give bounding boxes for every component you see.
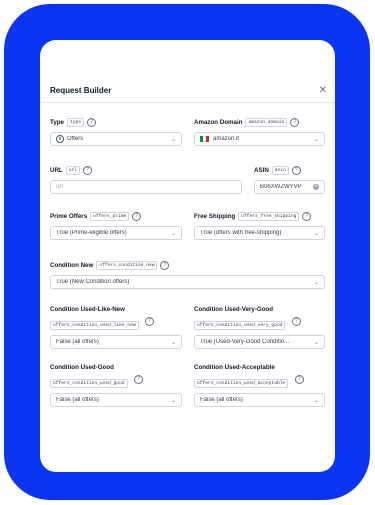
chevron-down-icon: ⌄ <box>313 279 319 286</box>
chevron-down-icon: ⌄ <box>313 136 319 143</box>
prime-offers-value: True (Prime-eligible offers) <box>56 230 127 236</box>
used-like-new-label: Condition Used-Like-New <box>50 306 125 313</box>
free-shipping-select[interactable]: True (offers with free-shipping) ⌄ <box>194 226 325 240</box>
url-field: URL url ? url <box>50 164 242 194</box>
prime-offers-label: Prime Offers <box>50 212 88 220</box>
dollar-icon: $ <box>56 135 64 143</box>
used-acceptable-tag: offers_condition_used_acceptable <box>194 379 289 388</box>
used-very-good-select[interactable]: True (Used-Very-Good Conditio... ⌄ <box>194 335 325 349</box>
help-icon[interactable]: ? <box>291 165 301 175</box>
amazon-domain-label: Amazon Domain <box>194 118 243 126</box>
clear-icon[interactable]: × <box>313 184 319 190</box>
used-very-good-value: True (Used-Very-Good Conditio... <box>200 339 290 345</box>
italy-flag-icon <box>200 136 209 142</box>
help-icon[interactable]: ? <box>160 260 170 270</box>
prime-offers-select[interactable]: True (Prime-eligible offers) ⌄ <box>50 226 182 240</box>
free-shipping-label: Free Shipping <box>194 212 236 220</box>
used-good-field: Condition Used-Good offers_condition_use… <box>50 364 182 407</box>
divider <box>40 102 335 103</box>
chevron-down-icon: ⌄ <box>170 397 176 404</box>
type-tag: type <box>66 117 85 127</box>
type-label: Type <box>50 118 64 126</box>
help-icon[interactable]: ? <box>132 211 142 221</box>
asin-label: ASIN <box>254 166 269 174</box>
condition-new-value: True (New Condition offers) <box>56 279 130 285</box>
close-icon[interactable]: ✕ <box>319 85 327 96</box>
asin-tag: asin <box>271 165 289 175</box>
condition-new-select[interactable]: True (New Condition offers) ⌄ <box>50 275 325 289</box>
amazon-domain-value: amazon.it <box>213 136 240 142</box>
chevron-down-icon: ⌄ <box>170 230 176 237</box>
asin-field: ASIN asin ? B06XWZWYVP × <box>254 164 325 194</box>
used-good-select[interactable]: False (all offers) ⌄ <box>50 393 182 407</box>
used-very-good-field: Condition Used-Very-Good offers_conditio… <box>194 306 325 349</box>
help-icon[interactable]: ? <box>134 375 144 385</box>
used-good-label: Condition Used-Good <box>50 364 114 371</box>
used-like-new-tag: offers_condition_used_like_new <box>50 321 139 330</box>
url-input[interactable]: url <box>50 180 242 194</box>
used-very-good-label: Condition Used-Very-Good <box>194 306 274 313</box>
chevron-down-icon: ⌄ <box>313 397 319 404</box>
prime-offers-field: Prime Offers offers_prime ? True (Prime-… <box>50 210 182 240</box>
asin-input[interactable]: B06XWZWYVP × <box>254 180 325 194</box>
free-shipping-field: Free Shipping offers_free_shipping ? Tru… <box>194 210 325 240</box>
chevron-down-icon: ⌄ <box>313 230 319 237</box>
free-shipping-tag: offers_free_shipping <box>238 211 300 221</box>
amazon-domain-field: Amazon Domain amazon_domain ? amazon.it … <box>194 116 325 146</box>
type-select[interactable]: $ Offers ⌄ <box>50 132 182 146</box>
used-very-good-tag: offers_condition_used_very_good <box>194 321 286 330</box>
condition-new-tag: offers_condition_new <box>96 260 158 270</box>
amazon-domain-tag: amazon_domain <box>245 117 288 127</box>
prime-offers-tag: offers_prime <box>90 211 130 221</box>
used-acceptable-field: Condition Used-Acceptable offers_conditi… <box>194 364 325 407</box>
used-acceptable-select[interactable]: False (all offers) ⌄ <box>194 393 325 407</box>
used-good-tag: offers_condition_used_good <box>50 379 128 388</box>
free-shipping-value: True (offers with free-shipping) <box>200 230 282 236</box>
used-acceptable-value: False (all offers) <box>200 397 243 403</box>
condition-new-label: Condition New <box>50 261 94 269</box>
help-icon[interactable]: ? <box>302 211 312 221</box>
help-icon[interactable]: ? <box>145 317 155 327</box>
chevron-down-icon: ⌄ <box>313 339 319 346</box>
used-like-new-select[interactable]: False (all offers) ⌄ <box>50 335 182 349</box>
asin-value: B06XWZWYVP <box>260 184 302 190</box>
used-good-value: False (all offers) <box>56 397 99 403</box>
amazon-domain-select[interactable]: amazon.it ⌄ <box>194 132 325 146</box>
chevron-down-icon: ⌄ <box>170 339 176 346</box>
type-field: Type type ? $ Offers ⌄ <box>50 116 182 146</box>
help-icon[interactable]: ? <box>290 117 300 127</box>
url-tag: url <box>65 165 80 175</box>
url-placeholder: url <box>56 184 63 190</box>
used-acceptable-label: Condition Used-Acceptable <box>194 364 275 371</box>
help-icon[interactable]: ? <box>83 165 92 175</box>
dialog-title: Request Builder <box>50 86 112 95</box>
type-value: Offers <box>67 136 84 142</box>
help-icon[interactable]: ? <box>87 117 97 127</box>
used-like-new-value: False (all offers) <box>56 339 99 345</box>
condition-new-field: Condition New offers_condition_new ? Tru… <box>50 259 325 289</box>
screen: Request Builder ✕ Type type ? $ Offers ⌄… <box>40 40 335 472</box>
url-label: URL <box>50 166 63 174</box>
chevron-down-icon: ⌄ <box>170 136 176 143</box>
help-icon[interactable]: ? <box>294 375 304 385</box>
used-like-new-field: Condition Used-Like-New offers_condition… <box>50 306 182 349</box>
help-icon[interactable]: ? <box>291 317 301 327</box>
